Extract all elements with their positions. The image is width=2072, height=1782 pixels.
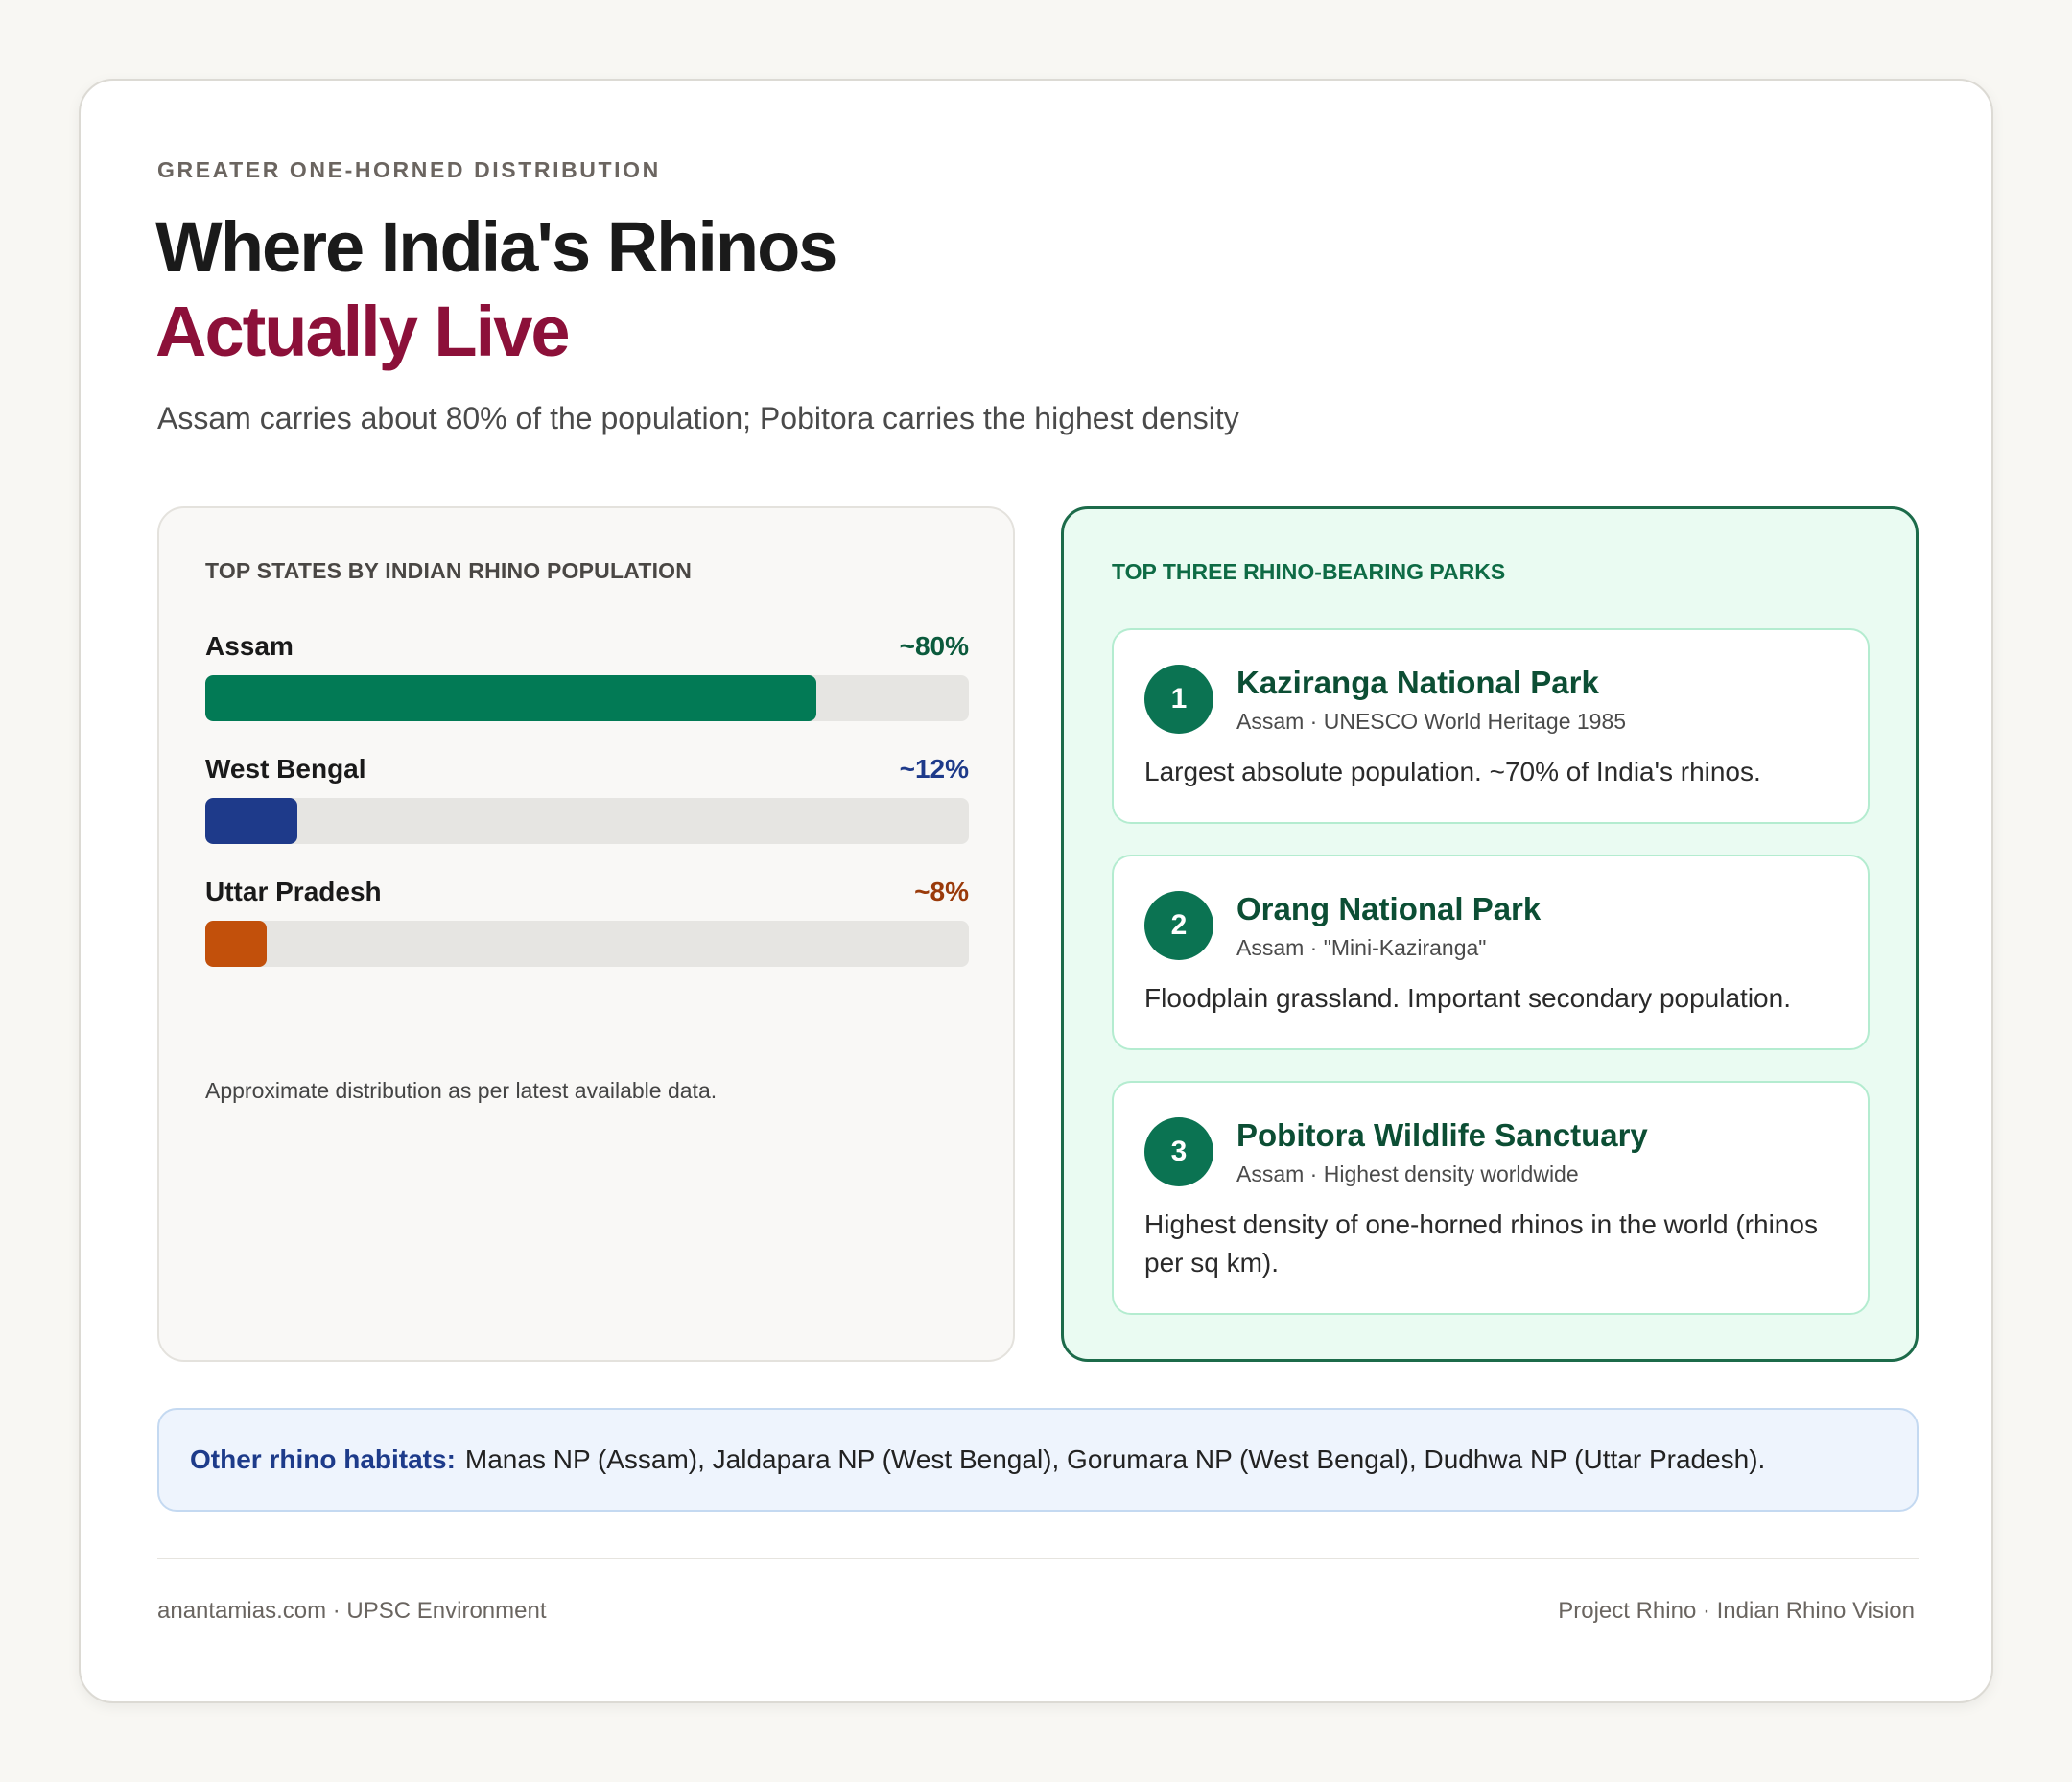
state-percent: ~8% bbox=[914, 877, 969, 906]
park-name: Kaziranga National Park bbox=[1236, 665, 1599, 700]
park-name: Orang National Park bbox=[1236, 891, 1542, 926]
park-card: 1 Kaziranga National Park Assam · UNESCO… bbox=[1112, 628, 1870, 824]
footer-divider bbox=[157, 1558, 1919, 1559]
states-panel: TOP STATES BY INDIAN RHINO POPULATION As… bbox=[157, 506, 1015, 1362]
data-note: Approximate distribution as per latest a… bbox=[205, 1078, 718, 1103]
park-meta: Assam · UNESCO World Heritage 1985 bbox=[1236, 709, 1627, 734]
rank-badge: 3 bbox=[1144, 1117, 1213, 1186]
bar-track bbox=[205, 675, 969, 721]
other-habitats-text: Manas NP (Assam), Jaldapara NP (West Ben… bbox=[464, 1444, 1766, 1474]
park-description: Floodplain grassland. Important secondar… bbox=[1144, 983, 1791, 1013]
park-name: Pobitora Wildlife Sanctuary bbox=[1236, 1117, 1648, 1153]
park-meta: Assam · "Mini-Kaziranga" bbox=[1236, 935, 1487, 960]
other-habitats-callout: Other rhino habitats: Manas NP (Assam), … bbox=[157, 1408, 1919, 1512]
rank-badge: 1 bbox=[1144, 665, 1213, 734]
park-description: Highest density of one-horned rhinos in … bbox=[1144, 1209, 1818, 1278]
state-label: Assam bbox=[205, 631, 294, 661]
infographic-card: GREATER ONE-HORNED DISTRIBUTION Where In… bbox=[79, 79, 1993, 1703]
park-meta: Assam · Highest density worldwide bbox=[1236, 1161, 1579, 1186]
subtitle: Assam carries about 80% of the populatio… bbox=[157, 401, 1239, 435]
state-percent: ~80% bbox=[899, 631, 969, 661]
park-description: Largest absolute population. ~70% of Ind… bbox=[1144, 757, 1761, 786]
bar-track bbox=[205, 798, 969, 844]
footer-credits: Project Rhino · Indian Rhino Vision bbox=[1558, 1598, 1915, 1624]
state-label: Uttar Pradesh bbox=[205, 877, 382, 906]
footer-source: anantamias.com · UPSC Environment bbox=[157, 1598, 547, 1624]
bar-fill bbox=[205, 798, 297, 844]
page-title: Where India's Rhinos Actually Live bbox=[155, 205, 837, 374]
title-line-2: Actually Live bbox=[155, 292, 571, 371]
state-percent: ~12% bbox=[899, 754, 969, 784]
eyebrow-label: GREATER ONE-HORNED DISTRIBUTION bbox=[157, 157, 661, 182]
parks-panel: TOP THREE RHINO-BEARING PARKS 1 Kazirang… bbox=[1061, 506, 1919, 1362]
states-panel-heading: TOP STATES BY INDIAN RHINO POPULATION bbox=[205, 558, 693, 583]
rank-badge: 2 bbox=[1144, 891, 1213, 960]
park-card: 3 Pobitora Wildlife Sanctuary Assam · Hi… bbox=[1112, 1081, 1870, 1315]
title-line-1: Where India's Rhinos bbox=[155, 207, 837, 287]
other-habitats-label: Other rhino habitats: bbox=[190, 1444, 456, 1474]
state-label: West Bengal bbox=[205, 754, 366, 784]
bar-fill bbox=[205, 921, 267, 967]
parks-panel-heading: TOP THREE RHINO-BEARING PARKS bbox=[1112, 559, 1506, 584]
bar-fill bbox=[205, 675, 816, 721]
park-card: 2 Orang National Park Assam · "Mini-Kazi… bbox=[1112, 855, 1870, 1050]
bar-track bbox=[205, 921, 969, 967]
